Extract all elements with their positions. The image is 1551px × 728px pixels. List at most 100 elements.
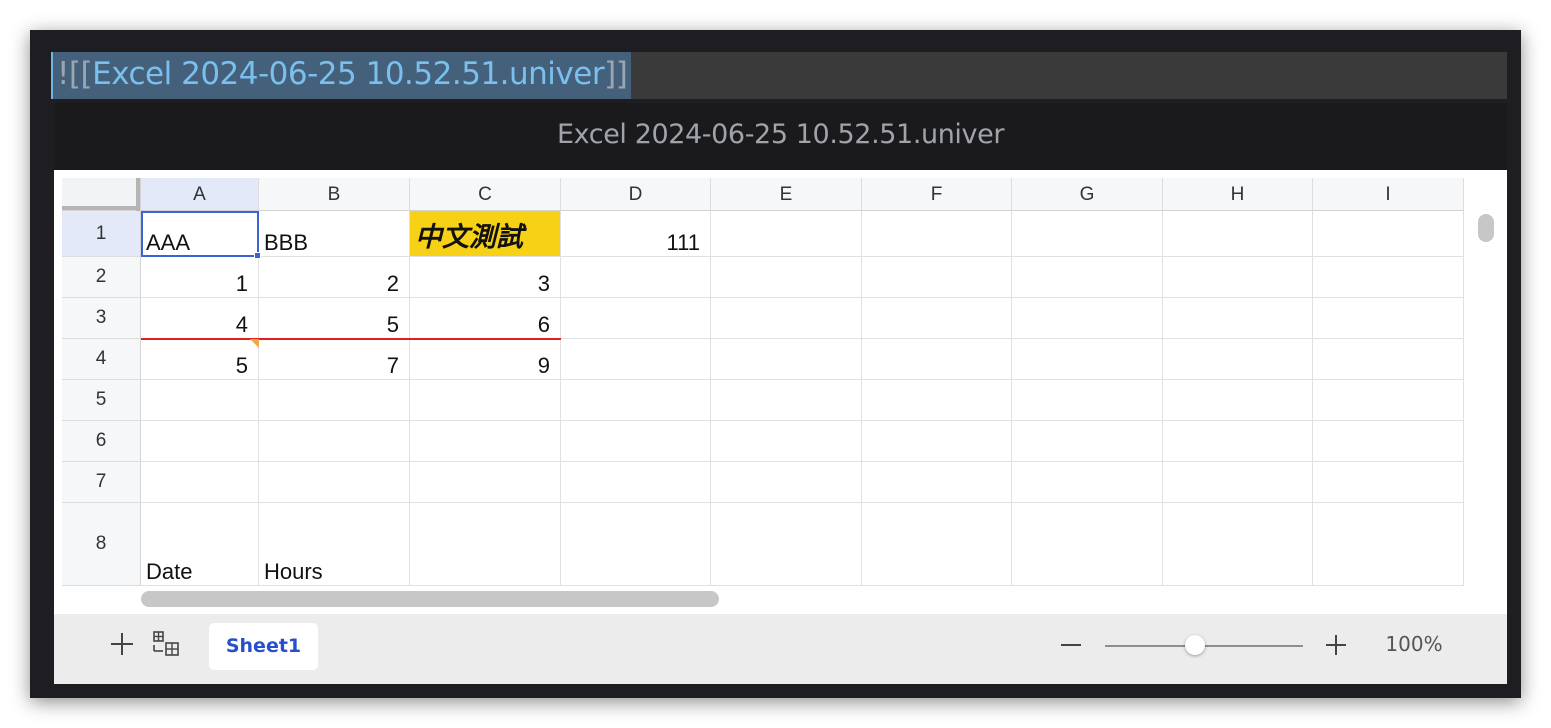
cell-g1[interactable] [1012, 211, 1163, 257]
cell-g4[interactable] [1012, 339, 1163, 380]
cell-f3[interactable] [862, 298, 1012, 339]
cell-d4[interactable] [561, 339, 711, 380]
spreadsheet-grid[interactable]: ABCDEFGHI 12345678 AAA BBB 中文測試 111 1 2 3 4 5 6 5 7… [62, 178, 1500, 614]
cell-f4[interactable] [862, 339, 1012, 380]
cell-h7[interactable] [1163, 462, 1313, 503]
zoom-value[interactable]: 100% [1374, 632, 1454, 656]
cell-c6[interactable] [410, 421, 561, 462]
zoom-slider-knob[interactable] [1185, 635, 1205, 655]
column-header-e[interactable]: E [711, 178, 862, 211]
cell-i7[interactable] [1313, 462, 1464, 503]
row-header-5[interactable]: 5 [62, 380, 141, 421]
cell-h6[interactable] [1163, 421, 1313, 462]
column-header-g[interactable]: G [1012, 178, 1163, 211]
cell-h5[interactable] [1163, 380, 1313, 421]
cell-a3[interactable]: 4 [141, 298, 259, 339]
cell-i2[interactable] [1313, 257, 1464, 298]
cell-a4[interactable]: 5 [141, 339, 259, 380]
cell-a8[interactable]: Date [141, 503, 259, 586]
cell-d5[interactable] [561, 380, 711, 421]
cell-a1[interactable]: AAA [141, 211, 259, 257]
row-header-3[interactable]: 3 [62, 298, 141, 339]
cell-d3[interactable] [561, 298, 711, 339]
sheet-tab-sheet1[interactable]: Sheet1 [209, 623, 318, 670]
vertical-scroll-thumb[interactable] [1478, 214, 1494, 242]
cell-g6[interactable] [1012, 421, 1163, 462]
cell-h3[interactable] [1163, 298, 1313, 339]
cell-f8[interactable] [862, 503, 1012, 586]
zoom-in-plus-icon[interactable] [1326, 635, 1346, 655]
cell-b2[interactable]: 2 [259, 257, 410, 298]
cell-e4[interactable] [711, 339, 862, 380]
cell-d6[interactable] [561, 421, 711, 462]
cell-b5[interactable] [259, 380, 410, 421]
cell-i5[interactable] [1313, 380, 1464, 421]
column-header-h[interactable]: H [1163, 178, 1313, 211]
cell-c3[interactable]: 6 [410, 298, 561, 339]
row-header-1[interactable]: 1 [62, 211, 141, 257]
cell-b3[interactable]: 5 [259, 298, 410, 339]
cell-i1[interactable] [1313, 211, 1464, 257]
cell-i6[interactable] [1313, 421, 1464, 462]
cell-d1[interactable]: 111 [561, 211, 711, 257]
cell-g2[interactable] [1012, 257, 1163, 298]
cell-c8[interactable] [410, 503, 561, 586]
cell-e6[interactable] [711, 421, 862, 462]
cell-f6[interactable] [862, 421, 1012, 462]
select-all-corner[interactable] [62, 178, 141, 211]
cell-b6[interactable] [259, 421, 410, 462]
embed-link-selection[interactable]: ![[Excel 2024-06-25 10.52.51.univer]] [51, 52, 632, 99]
cell-f5[interactable] [862, 380, 1012, 421]
cell-c1[interactable]: 中文測試 [410, 211, 561, 257]
cell-i3[interactable] [1313, 298, 1464, 339]
cell-a7[interactable] [141, 462, 259, 503]
row-header-2[interactable]: 2 [62, 257, 141, 298]
comment-marker-icon[interactable] [250, 339, 259, 348]
fill-handle[interactable] [254, 252, 261, 259]
cell-e5[interactable] [711, 380, 862, 421]
embed-link-line[interactable]: ![[Excel 2024-06-25 10.52.51.univer]] [51, 52, 1507, 99]
row-header-7[interactable]: 7 [62, 462, 141, 503]
cell-e2[interactable] [711, 257, 862, 298]
cell-d2[interactable] [561, 257, 711, 298]
cell-b4[interactable]: 7 [259, 339, 410, 380]
cell-d8[interactable] [561, 503, 711, 586]
cell-g7[interactable] [1012, 462, 1163, 503]
cell-e1[interactable] [711, 211, 862, 257]
cell-e3[interactable] [711, 298, 862, 339]
sheet-list-icon[interactable] [153, 631, 179, 657]
horizontal-scroll-thumb[interactable] [141, 591, 719, 607]
cell-h4[interactable] [1163, 339, 1313, 380]
cell-e8[interactable] [711, 503, 862, 586]
row-header-4[interactable]: 4 [62, 339, 141, 380]
cell-c7[interactable] [410, 462, 561, 503]
zoom-out-minus-icon[interactable] [1061, 644, 1081, 646]
cell-b8[interactable]: Hours [259, 503, 410, 586]
cell-c4[interactable]: 9 [410, 339, 561, 380]
cell-d7[interactable] [561, 462, 711, 503]
row-header-8[interactable]: 8 [62, 503, 141, 586]
cell-e7[interactable] [711, 462, 862, 503]
cell-a5[interactable] [141, 380, 259, 421]
cell-a6[interactable] [141, 421, 259, 462]
cell-i8[interactable] [1313, 503, 1464, 586]
column-header-a[interactable]: A [141, 178, 259, 211]
cell-f2[interactable] [862, 257, 1012, 298]
column-header-f[interactable]: F [862, 178, 1012, 211]
cell-i4[interactable] [1313, 339, 1464, 380]
column-header-i[interactable]: I [1313, 178, 1464, 211]
cell-h8[interactable] [1163, 503, 1313, 586]
vertical-scrollbar[interactable] [1472, 211, 1500, 614]
cell-g8[interactable] [1012, 503, 1163, 586]
cell-f1[interactable] [862, 211, 1012, 257]
cell-b7[interactable] [259, 462, 410, 503]
cell-h1[interactable] [1163, 211, 1313, 257]
cell-g3[interactable] [1012, 298, 1163, 339]
row-header-6[interactable]: 6 [62, 421, 141, 462]
column-header-b[interactable]: B [259, 178, 410, 211]
cell-c2[interactable]: 3 [410, 257, 561, 298]
embed-link-name[interactable]: Excel 2024-06-25 10.52.51.univer [92, 56, 604, 92]
cell-h2[interactable] [1163, 257, 1313, 298]
add-sheet-plus-icon[interactable] [110, 632, 134, 656]
cell-g5[interactable] [1012, 380, 1163, 421]
